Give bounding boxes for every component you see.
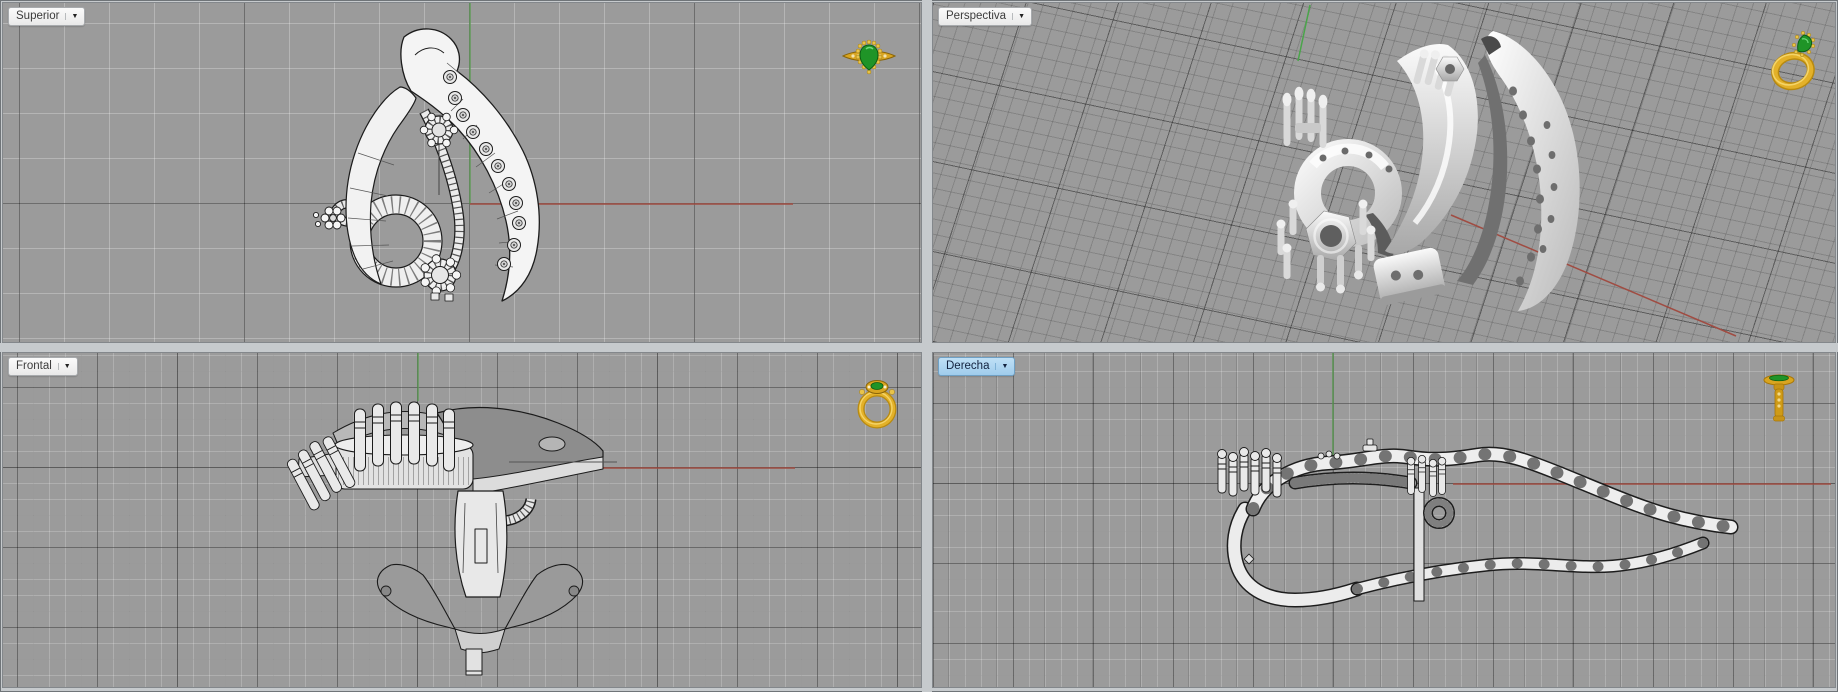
viewport-superior[interactable]: Superior ▼	[2, 2, 922, 343]
viewport-menu-dropdown-icon[interactable]: ▼	[57, 362, 71, 370]
ring-preview-front-icon	[857, 380, 897, 429]
jewelry-model-wireframe	[1217, 438, 1739, 608]
jewelry-model-shaded	[1276, 31, 1580, 311]
viewport-tab-derecha[interactable]: Derecha ▼	[938, 357, 1016, 376]
model-front-view	[285, 353, 795, 676]
viewport-menu-dropdown-icon[interactable]: ▼	[65, 12, 78, 20]
viewport-workspace: Superior ▼ Perspectiva ▼ Frontal ▼ Derec…	[0, 0, 1838, 692]
ring-preview-side-icon	[1763, 374, 1795, 422]
model-perspective-view	[1276, 4, 1737, 337]
viewport-tab-frontal[interactable]: Frontal ▼	[8, 357, 78, 376]
viewport-frontal[interactable]: Frontal ▼	[2, 352, 922, 688]
viewport-title-perspectiva: Perspectiva	[946, 10, 1007, 22]
viewport-perspectiva[interactable]: Perspectiva ▼	[932, 2, 1836, 343]
ring-preview-perspective-icon	[1771, 30, 1816, 91]
viewport-menu-dropdown-icon[interactable]: ▼	[995, 362, 1008, 370]
viewport-title-derecha: Derecha	[946, 360, 990, 372]
viewport-derecha[interactable]: Derecha ▼	[932, 352, 1836, 688]
model-top-view	[312, 3, 793, 302]
viewport-tab-perspectiva[interactable]: Perspectiva ▼	[938, 7, 1033, 26]
viewport-title-frontal: Frontal	[16, 360, 52, 372]
viewport-title-superior: Superior	[16, 10, 60, 22]
model-right-view	[1217, 353, 1831, 608]
jewelry-model-wireframe	[312, 28, 540, 302]
ring-preview-top-icon	[841, 39, 897, 75]
jewelry-model-wireframe	[285, 401, 617, 676]
viewport-tab-superior[interactable]: Superior ▼	[8, 7, 86, 26]
viewport-splitter-horizontal[interactable]	[0, 343, 1838, 352]
viewport-menu-dropdown-icon[interactable]: ▼	[1012, 12, 1025, 20]
